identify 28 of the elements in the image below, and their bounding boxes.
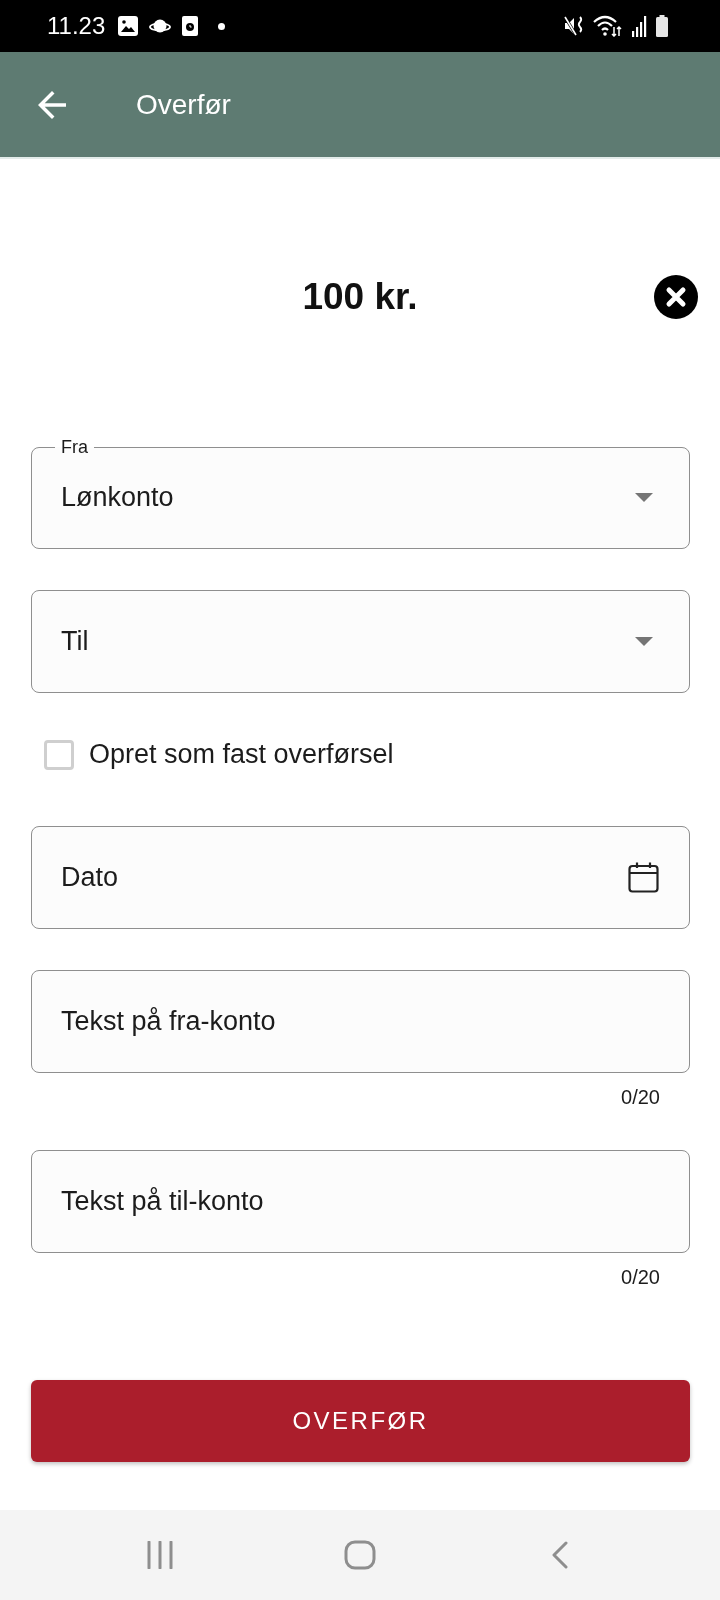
recent-apps-icon[interactable] xyxy=(146,1541,174,1569)
muted-speaker-icon xyxy=(564,15,584,37)
character-counter: 0/20 xyxy=(621,1085,660,1109)
screen-title: Overfør xyxy=(136,88,231,121)
character-counter: 0/20 xyxy=(621,1265,660,1289)
wifi-icon xyxy=(593,15,623,37)
calendar-icon[interactable] xyxy=(628,862,659,893)
close-icon[interactable] xyxy=(654,275,698,319)
checkbox[interactable] xyxy=(44,739,74,770)
back-arrow-icon[interactable] xyxy=(36,90,68,119)
status-time: 11.23 xyxy=(47,12,106,40)
text-field[interactable]: Tekst på til-konto xyxy=(31,1150,690,1253)
planet-icon xyxy=(149,17,172,35)
caret-icon xyxy=(635,493,653,502)
clock-icon xyxy=(182,16,199,36)
dot-icon xyxy=(218,22,226,30)
amount-text: 100 kr. xyxy=(302,276,418,318)
back-icon[interactable] xyxy=(552,1541,568,1569)
home-icon[interactable] xyxy=(344,1540,376,1570)
battery-icon xyxy=(656,15,668,37)
checkbox-label[interactable]: Opret som fast overførsel xyxy=(89,739,394,770)
image-icon xyxy=(118,16,139,36)
transfer-button[interactable]: OVERFØR xyxy=(31,1380,690,1462)
text-field[interactable]: Tekst på fra-konto xyxy=(31,970,690,1073)
date-field[interactable]: Dato xyxy=(31,826,690,929)
signal-icon xyxy=(632,15,647,37)
dropdown-field[interactable]: Til xyxy=(31,590,690,693)
caret-icon xyxy=(635,637,653,646)
